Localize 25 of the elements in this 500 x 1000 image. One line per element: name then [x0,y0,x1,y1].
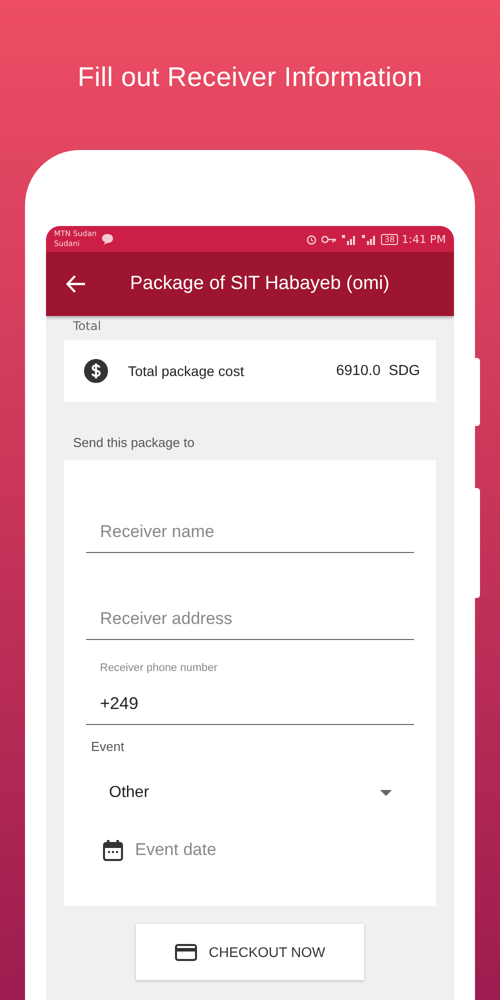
total-label: Total package cost [128,363,245,379]
back-arrow-icon[interactable] [66,275,86,293]
input-field[interactable]: Receiver address [86,575,414,640]
dropdown-caret-icon [380,790,392,796]
calendar-icon [103,840,123,860]
section-heading: Total [73,320,102,332]
event-dropdown[interactable]: Other [86,770,414,816]
date-field[interactable]: Event date [86,830,414,870]
section-heading: Send this package to [73,435,196,450]
field-label: Event [91,739,126,754]
signal-icon [361,234,378,244]
total-amount: 6910.0 SDG [336,363,420,379]
chat-bubble-icon [100,233,114,245]
status-time: 1:41 PM [402,232,446,246]
checkout-button[interactable]: CHECKOUT NOW [136,924,364,980]
credit-card-icon [174,944,197,960]
input-field[interactable]: Receiver phone number +249 [86,662,414,725]
dollar-icon [84,359,108,383]
key-icon [321,234,338,244]
app-bar-title: Package of SIT Habayeb (omi) [130,273,390,295]
battery-level: 38 [381,234,398,244]
headline: Fill out Receiver Information [78,62,422,93]
alarm-icon [306,234,318,244]
input-field[interactable]: Receiver name [86,488,414,553]
signal-icon [341,234,358,244]
